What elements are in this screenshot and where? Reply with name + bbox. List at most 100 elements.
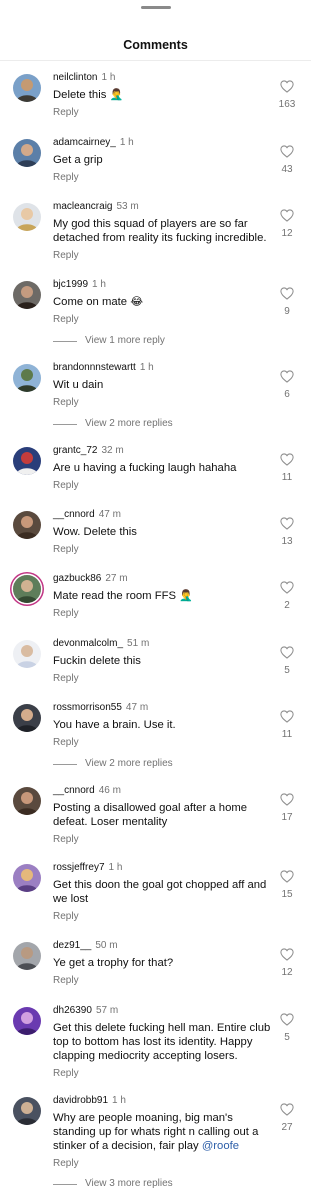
like-count: 163: [278, 99, 296, 110]
view-more-label: View 1 more reply: [85, 335, 165, 346]
reply-button[interactable]: Reply: [53, 1158, 79, 1170]
like-count: 6: [284, 389, 290, 400]
view-more-replies-button[interactable]: View 2 more replies: [53, 418, 173, 430]
view-more-replies-button[interactable]: View 3 more replies: [53, 1178, 173, 1190]
comment-timestamp: 50 m: [95, 940, 118, 951]
comment-username[interactable]: rossmorrison55: [53, 702, 122, 713]
like-control[interactable]: 43: [278, 145, 296, 176]
like-control[interactable]: 15: [278, 870, 296, 901]
like-control[interactable]: 27: [278, 1103, 296, 1134]
reply-thread-line: [53, 1183, 77, 1185]
comment-meta: rossjeffrey7 1 h: [53, 862, 122, 874]
comment-timestamp: 53 m: [116, 201, 139, 212]
heart-icon[interactable]: [278, 145, 296, 158]
user-avatar[interactable]: [13, 447, 41, 475]
reply-button[interactable]: Reply: [53, 314, 79, 326]
view-more-replies-button[interactable]: View 1 more reply: [53, 335, 165, 347]
comment-username[interactable]: neilclinton: [53, 72, 97, 83]
sheet-grabber-handle[interactable]: [141, 6, 171, 9]
user-avatar[interactable]: [13, 203, 41, 231]
user-avatar[interactable]: [13, 281, 41, 309]
reply-button[interactable]: Reply: [53, 737, 79, 749]
comment-username[interactable]: brandonnnstewartt: [53, 362, 136, 373]
like-control[interactable]: 6: [278, 370, 296, 401]
like-control[interactable]: 12: [278, 209, 296, 240]
comment-text: My god this squad of players are so far …: [53, 217, 271, 245]
heart-icon[interactable]: [278, 80, 296, 93]
reply-button[interactable]: Reply: [53, 975, 79, 987]
comment-username[interactable]: __cnnord: [53, 509, 95, 520]
heart-icon[interactable]: [278, 287, 296, 300]
reply-button[interactable]: Reply: [53, 1068, 79, 1080]
comment-username[interactable]: davidrobb91: [53, 1095, 108, 1106]
comment-text: Wit u dain: [53, 378, 271, 392]
heart-icon[interactable]: [278, 517, 296, 530]
comment-text: Ye get a trophy for that?: [53, 956, 271, 970]
reply-button[interactable]: Reply: [53, 397, 79, 409]
like-count: 5: [284, 1032, 290, 1043]
reply-button[interactable]: Reply: [53, 107, 79, 119]
view-more-replies-button[interactable]: View 2 more replies: [53, 758, 173, 770]
heart-icon[interactable]: [278, 370, 296, 383]
comment-meta: devonmalcolm_ 51 m: [53, 638, 149, 650]
reply-button[interactable]: Reply: [53, 673, 79, 685]
reply-button[interactable]: Reply: [53, 172, 79, 184]
comment-username[interactable]: rossjeffrey7: [53, 862, 105, 873]
user-avatar[interactable]: [13, 1097, 41, 1125]
heart-icon[interactable]: [278, 453, 296, 466]
comment-body: Come on mate: [53, 296, 128, 308]
reply-button[interactable]: Reply: [53, 911, 79, 923]
reply-button[interactable]: Reply: [53, 250, 79, 262]
heart-icon[interactable]: [278, 581, 296, 594]
user-avatar[interactable]: [13, 1007, 41, 1035]
heart-icon[interactable]: [278, 1103, 296, 1116]
reply-button[interactable]: Reply: [53, 608, 79, 620]
comment-body: Get this delete fucking hell man. Entire…: [53, 1022, 271, 1062]
comment-username[interactable]: __cnnord: [53, 785, 95, 796]
like-control[interactable]: 11: [278, 710, 296, 741]
heart-icon[interactable]: [278, 710, 296, 723]
comment-body: Wow. Delete this: [53, 526, 137, 538]
heart-icon[interactable]: [278, 793, 296, 806]
like-control[interactable]: 5: [278, 646, 296, 677]
like-control[interactable]: 9: [278, 287, 296, 318]
comment-username[interactable]: devonmalcolm_: [53, 638, 123, 649]
comment-mention-link[interactable]: @roofe: [202, 1140, 239, 1152]
heart-icon[interactable]: [278, 646, 296, 659]
user-avatar[interactable]: [13, 787, 41, 815]
comment-username[interactable]: dh26390: [53, 1005, 92, 1016]
comment-username[interactable]: bjc1999: [53, 279, 88, 290]
user-avatar[interactable]: [13, 364, 41, 392]
like-control[interactable]: 11: [278, 453, 296, 484]
user-avatar[interactable]: [13, 640, 41, 668]
like-control[interactable]: 13: [278, 517, 296, 548]
user-avatar[interactable]: [13, 511, 41, 539]
user-avatar[interactable]: [13, 942, 41, 970]
heart-icon[interactable]: [278, 948, 296, 961]
heart-icon[interactable]: [278, 209, 296, 222]
like-count: 12: [281, 228, 293, 239]
comment-username[interactable]: adamcairney_: [53, 137, 116, 148]
reply-button[interactable]: Reply: [53, 834, 79, 846]
like-control[interactable]: 12: [278, 948, 296, 979]
user-avatar[interactable]: [13, 575, 41, 603]
reply-button[interactable]: Reply: [53, 480, 79, 492]
comment-timestamp: 1 h: [101, 72, 116, 83]
comment-text: Mate read the room FFS 🤦‍♂️: [53, 589, 271, 603]
user-avatar[interactable]: [13, 704, 41, 732]
like-control[interactable]: 2: [278, 581, 296, 612]
view-more-label: View 2 more replies: [85, 418, 173, 429]
comment-username[interactable]: dez91__: [53, 940, 91, 951]
comment-username[interactable]: gazbuck86: [53, 573, 101, 584]
reply-button[interactable]: Reply: [53, 544, 79, 556]
like-control[interactable]: 5: [278, 1013, 296, 1044]
heart-icon[interactable]: [278, 1013, 296, 1026]
heart-icon[interactable]: [278, 870, 296, 883]
like-control[interactable]: 163: [278, 80, 296, 111]
user-avatar[interactable]: [13, 74, 41, 102]
comment-username[interactable]: macleancraig: [53, 201, 112, 212]
comment-username[interactable]: grantc_72: [53, 445, 97, 456]
user-avatar[interactable]: [13, 139, 41, 167]
user-avatar[interactable]: [13, 864, 41, 892]
like-control[interactable]: 17: [278, 793, 296, 824]
